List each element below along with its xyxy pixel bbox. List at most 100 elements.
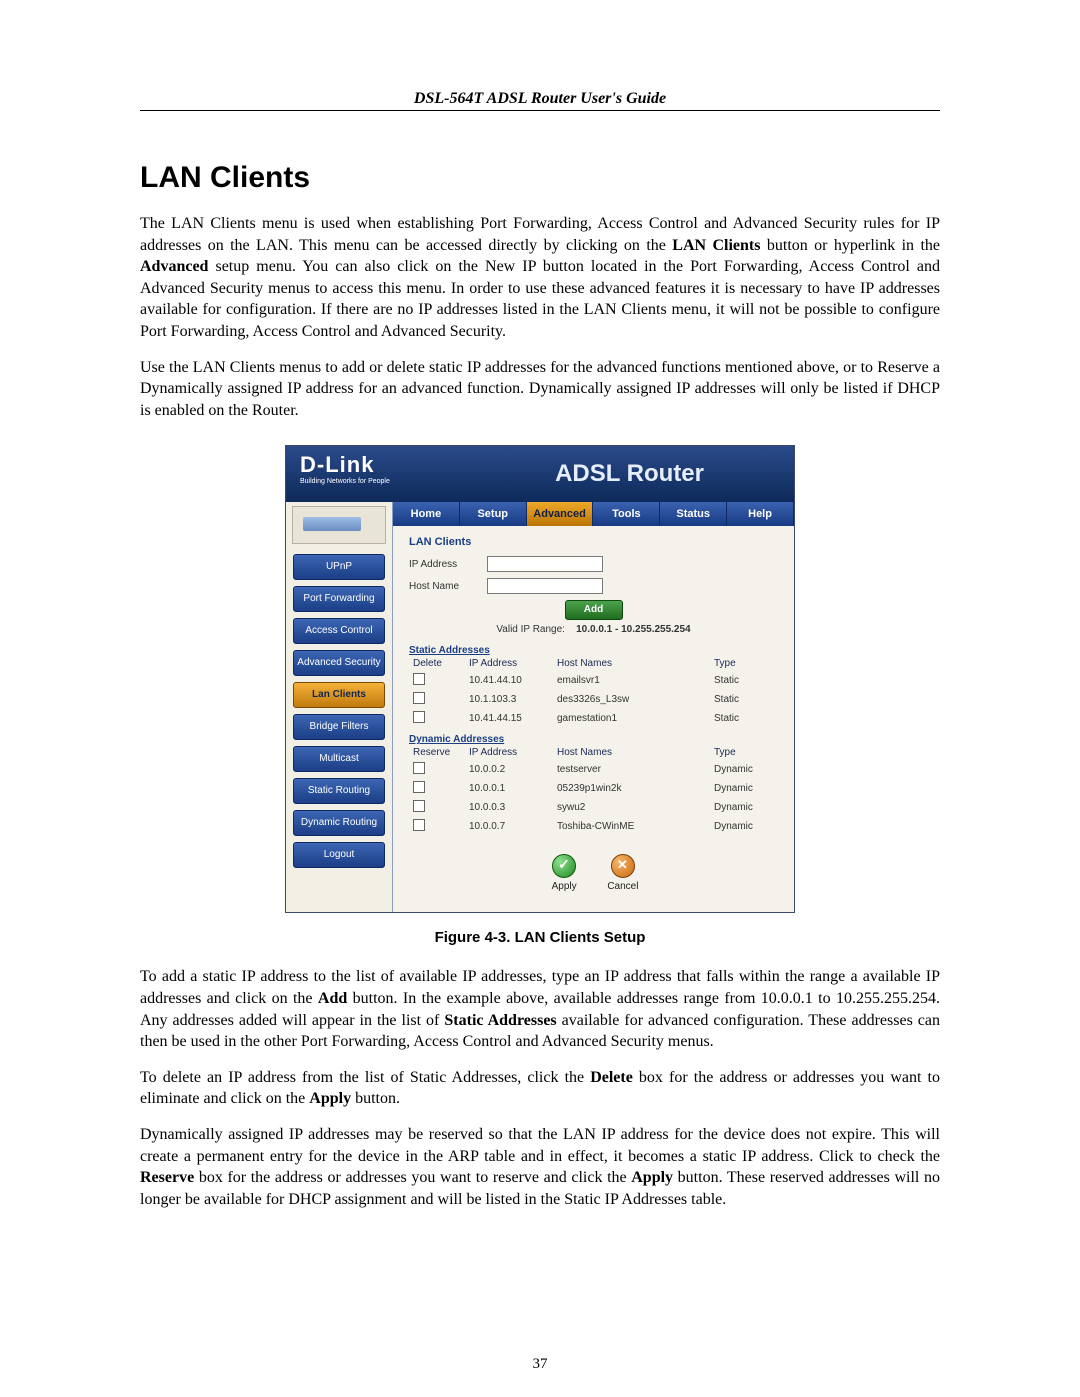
cell-type: Static (710, 690, 778, 709)
cell-ip: 10.41.44.10 (465, 671, 553, 690)
cell-ip: 10.0.0.7 (465, 817, 553, 836)
text-bold: Delete (590, 1069, 633, 1086)
doc-header: DSL-564T ADSL Router User's Guide (140, 90, 940, 111)
text: box for the address or addresses you wan… (194, 1169, 631, 1186)
text-bold: Apply (631, 1169, 673, 1186)
sidebar-item-dynamic-routing[interactable]: Dynamic Routing (293, 810, 385, 836)
cell-type: Dynamic (710, 817, 778, 836)
col-host: Host Names (553, 656, 710, 671)
table-row: 10.41.44.15 gamestation1 Static (409, 709, 778, 728)
delete-checkbox[interactable] (413, 711, 425, 723)
cell-host: Toshiba-CWinME (553, 817, 710, 836)
sidebar-item-advanced-security[interactable]: Advanced Security (293, 650, 385, 676)
cancel-button[interactable] (611, 854, 635, 878)
col-ip: IP Address (465, 656, 553, 671)
sidebar-item-static-routing[interactable]: Static Routing (293, 778, 385, 804)
text-bold: Reserve (140, 1169, 194, 1186)
brand-tagline: Building Networks for People (300, 478, 390, 485)
static-addresses-table: Delete IP Address Host Names Type 10.41.… (409, 656, 778, 728)
tab-tools[interactable]: Tools (593, 502, 660, 526)
table-row: 10.0.0.3 sywu2 Dynamic (409, 798, 778, 817)
intro-paragraph-1: The LAN Clients menu is used when establ… (140, 213, 940, 343)
tab-help[interactable]: Help (727, 502, 794, 526)
router-title: ADSL Router (555, 460, 704, 488)
tab-status[interactable]: Status (660, 502, 727, 526)
cell-host: des3326s_L3sw (553, 690, 710, 709)
text: To delete an IP address from the list of… (140, 1069, 590, 1086)
tab-advanced[interactable]: Advanced (527, 502, 594, 526)
cell-host: sywu2 (553, 798, 710, 817)
cell-type: Dynamic (710, 760, 778, 779)
delete-checkbox[interactable] (413, 692, 425, 704)
cell-ip: 10.0.0.2 (465, 760, 553, 779)
cell-type: Dynamic (710, 779, 778, 798)
apply-label: Apply (542, 881, 586, 892)
reserve-checkbox[interactable] (413, 800, 425, 812)
cell-ip: 10.1.103.3 (465, 690, 553, 709)
paragraph-reserve: Dynamically assigned IP addresses may be… (140, 1124, 940, 1210)
sidebar-item-bridge-filters[interactable]: Bridge Filters (293, 714, 385, 740)
col-host: Host Names (553, 745, 710, 760)
tab-setup[interactable]: Setup (460, 502, 527, 526)
table-row: 10.1.103.3 des3326s_L3sw Static (409, 690, 778, 709)
paragraph-add: To add a static IP address to the list o… (140, 966, 940, 1052)
action-buttons: Apply Cancel (409, 854, 778, 892)
page-number: 37 (0, 1356, 1080, 1373)
host-name-input[interactable] (487, 578, 603, 594)
sidebar-item-port-forwarding[interactable]: Port Forwarding (293, 586, 385, 612)
intro-paragraph-2: Use the LAN Clients menus to add or dele… (140, 357, 940, 422)
paragraph-delete: To delete an IP address from the list of… (140, 1067, 940, 1110)
col-reserve: Reserve (409, 745, 465, 760)
reserve-checkbox[interactable] (413, 819, 425, 831)
ip-address-input[interactable] (487, 556, 603, 572)
reserve-checkbox[interactable] (413, 781, 425, 793)
col-type: Type (710, 656, 778, 671)
reserve-checkbox[interactable] (413, 762, 425, 774)
delete-checkbox[interactable] (413, 673, 425, 685)
valid-range-label: Valid IP Range: (496, 624, 565, 635)
text-bold: Apply (309, 1090, 351, 1107)
text-bold: Static Addresses (444, 1012, 556, 1029)
ip-address-label: IP Address (409, 559, 487, 570)
cell-host: 05239p1win2k (553, 779, 710, 798)
add-button[interactable]: Add (565, 600, 623, 620)
cell-host: emailsvr1 (553, 671, 710, 690)
text: setup menu. You can also click on the Ne… (140, 258, 940, 340)
cell-host: testserver (553, 760, 710, 779)
apply-button[interactable] (552, 854, 576, 878)
text: Dynamically assigned IP addresses may be… (140, 1126, 940, 1165)
col-type: Type (710, 745, 778, 760)
text-bold: Advanced (140, 258, 208, 275)
sidebar-item-logout[interactable]: Logout (293, 842, 385, 868)
cancel-label: Cancel (601, 881, 645, 892)
router-ui: D-Link Building Networks for People ADSL… (285, 445, 795, 913)
router-header: D-Link Building Networks for People ADSL… (286, 446, 794, 502)
sidebar-item-upnp[interactable]: UPnP (293, 554, 385, 580)
col-delete: Delete (409, 656, 465, 671)
text: button. (351, 1090, 400, 1107)
sidebar-item-access-control[interactable]: Access Control (293, 618, 385, 644)
text: button or hyperlink in the (760, 237, 940, 254)
cell-type: Dynamic (710, 798, 778, 817)
page-title: LAN Clients (140, 161, 940, 195)
figure-caption: Figure 4-3. LAN Clients Setup (140, 929, 940, 946)
sidebar: UPnP Port Forwarding Access Control Adva… (286, 502, 393, 912)
sidebar-item-multicast[interactable]: Multicast (293, 746, 385, 772)
dynamic-addresses-table: Reserve IP Address Host Names Type 10.0.… (409, 745, 778, 836)
cell-ip: 10.0.0.3 (465, 798, 553, 817)
brand-name: D-Link (300, 452, 374, 477)
text-bold: Add (318, 990, 347, 1007)
top-tabs: Home Setup Advanced Tools Status Help (393, 502, 794, 526)
valid-range-value: 10.0.0.1 - 10.255.255.254 (576, 624, 691, 635)
table-row: 10.0.0.2 testserver Dynamic (409, 760, 778, 779)
cell-ip: 10.0.0.1 (465, 779, 553, 798)
text-bold: LAN Clients (672, 237, 760, 254)
cell-type: Static (710, 709, 778, 728)
dynamic-addresses-header: Dynamic Addresses (409, 734, 778, 745)
cell-host: gamestation1 (553, 709, 710, 728)
table-row: 10.41.44.10 emailsvr1 Static (409, 671, 778, 690)
sidebar-item-lan-clients[interactable]: Lan Clients (293, 682, 385, 708)
tab-home[interactable]: Home (393, 502, 460, 526)
device-thumbnail (292, 506, 386, 544)
figure-screenshot: D-Link Building Networks for People ADSL… (140, 445, 940, 913)
